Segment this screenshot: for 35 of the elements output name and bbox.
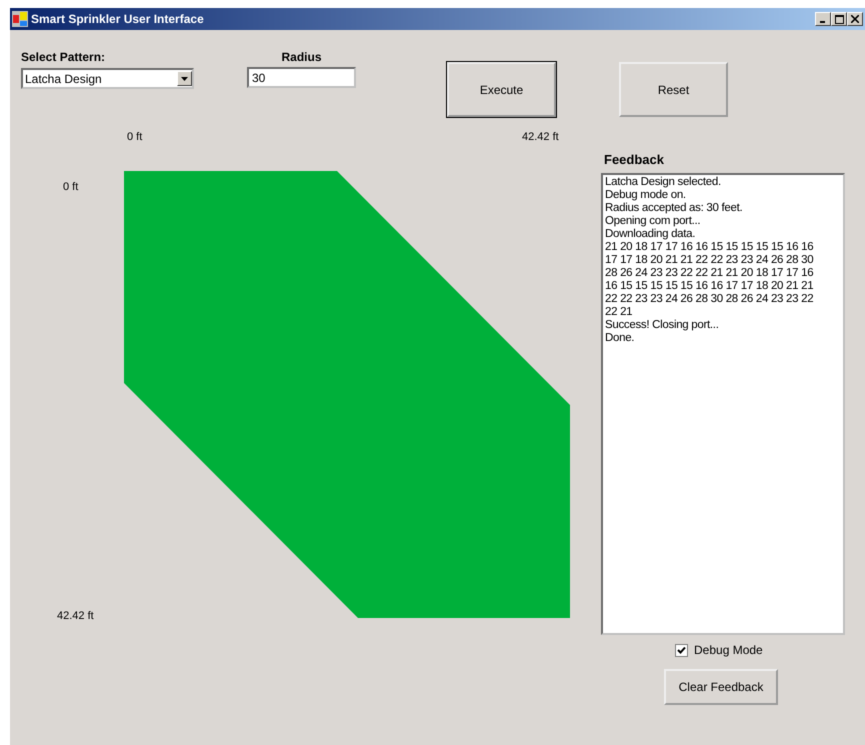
log-line: 28 26 24 23 23 22 22 21 21 20 18 17 17 16 [605,267,814,280]
feedback-label: Feedback [604,152,665,167]
radius-label: Radius [281,50,322,64]
log-line: Latcha Design selected. [605,176,722,189]
log-line: Downloading data. [605,228,696,241]
action-button[interactable]: Execute [447,62,556,117]
radius-field[interactable]: 30 [247,67,356,88]
pattern-dropdown[interactable]: Latcha Design [21,68,194,89]
maximize-icon [834,14,844,24]
log-line: 17 17 18 20 21 21 22 22 23 23 24 26 28 30 [605,254,814,267]
axis-label: 42.42 ft [522,131,559,143]
log-line: Success! Closing port... [605,319,720,332]
log-line: Opening com port... [605,215,702,228]
log-line: 22 22 23 23 24 26 28 30 28 26 24 23 23 22 [605,293,814,306]
window-title: Smart Sprinkler User Interface [31,12,205,26]
caret-icon [181,76,188,80]
clear-feedback-button[interactable]: Clear Feedback [664,669,778,705]
close-button[interactable] [847,12,863,26]
app-icon [12,11,28,27]
log-line: 21 20 18 17 17 16 16 15 15 15 15 15 16 16 [605,241,814,254]
action-button[interactable]: Reset [619,62,728,117]
pattern-label: Select Pattern: [21,50,106,64]
log-line: Radius accepted as: 30 feet. [605,202,744,215]
debug-checkbox[interactable] [675,644,688,656]
log-line: Done. [605,332,636,345]
close-icon [851,15,859,23]
log-line: Debug mode on. [605,189,687,202]
axis-label: 42.42 ft [57,610,94,622]
log-line: 22 21 [605,306,634,319]
axis-label: 0 ft [127,131,142,143]
maximize-button[interactable] [831,12,847,26]
minimize-button[interactable] [815,12,831,26]
axis-label: 0 ft [63,181,78,193]
log-line: 16 15 15 15 15 15 16 16 17 17 18 20 21 21 [605,280,814,293]
debug-mode-label: Debug Mode [694,643,763,657]
